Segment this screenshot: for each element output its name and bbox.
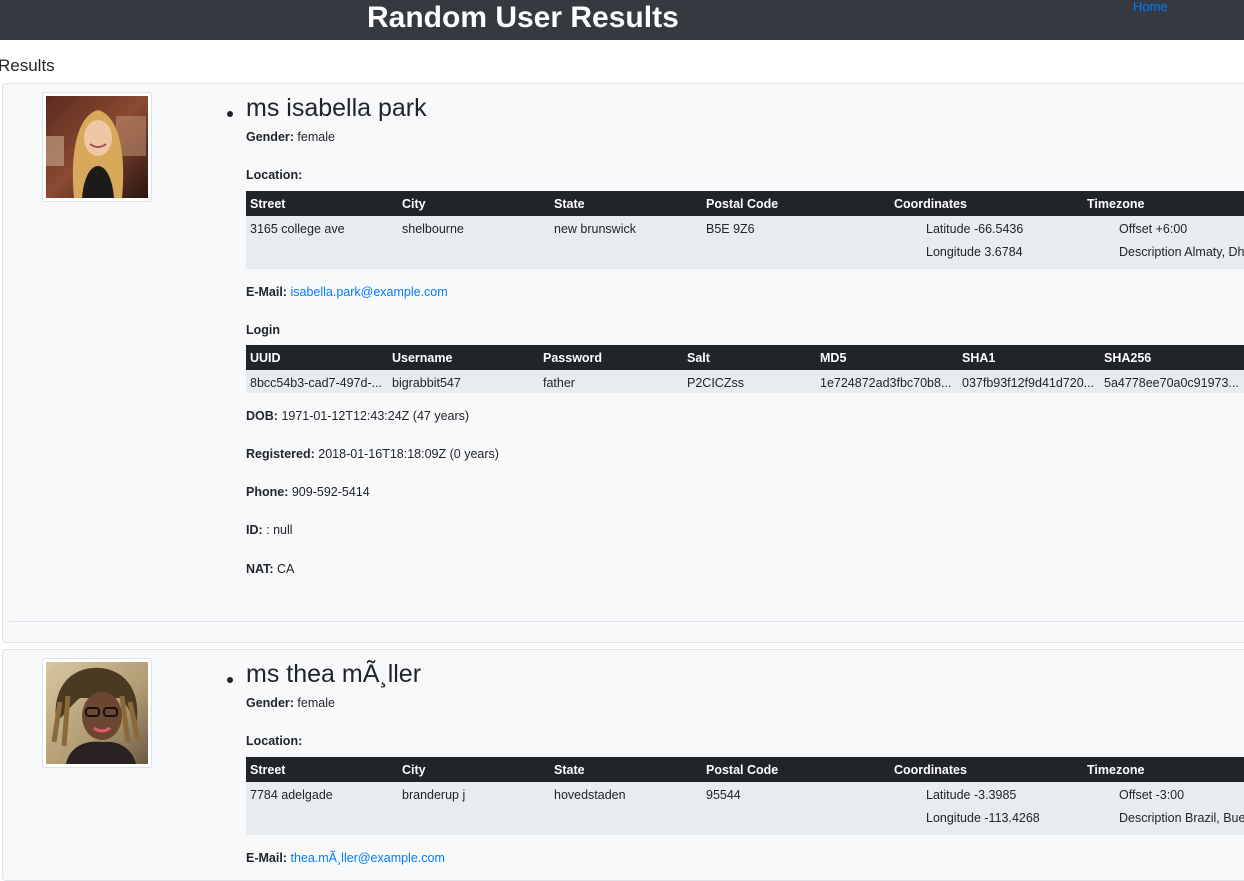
id-value: : null <box>266 523 293 537</box>
col-password: Password <box>539 345 683 370</box>
gender-row: Gender: female <box>246 695 335 711</box>
avatar <box>42 92 152 202</box>
table-row: 7784 adelgade branderup j hovedstaden 95… <box>246 782 1244 835</box>
id-label: ID: <box>246 523 263 537</box>
email-label: E-Mail: <box>246 285 287 299</box>
user-name: ms thea mÃ¸ller <box>246 660 422 688</box>
phone-row: Phone: 909-592-5414 <box>246 484 370 500</box>
sha256-cell: 5a4778ee70a0c91973... <box>1100 370 1244 393</box>
col-uuid: UUID <box>246 345 388 370</box>
location-label: Location: <box>246 168 303 182</box>
salt-cell: P2CICZss <box>683 370 816 393</box>
latitude-item: Latitude -66.5436 <box>926 221 1079 244</box>
user-card: ms isabella park Gender: female Location… <box>2 83 1244 643</box>
nat-row: NAT: CA <box>246 561 294 577</box>
col-postal-code: Postal Code <box>702 757 890 782</box>
login-label: Login <box>246 323 281 337</box>
postal-code-cell: B5E 9Z6 <box>702 216 890 269</box>
offset-item: Offset -3:00 <box>1119 787 1244 810</box>
table-row: 3165 college ave shelbourne new brunswic… <box>246 216 1244 269</box>
md5-cell: 1e724872ad3fbc70b8... <box>816 370 958 393</box>
location-table: Street City State Postal Code Coordinate… <box>246 757 1244 835</box>
dob-label: DOB: <box>246 409 278 423</box>
col-city: City <box>398 191 550 216</box>
top-navbar: Random User Results Home <box>0 0 1244 40</box>
city-cell: branderup j <box>398 782 550 835</box>
user-photo <box>46 662 148 764</box>
postal-code-cell: 95544 <box>702 782 890 835</box>
col-username: Username <box>388 345 539 370</box>
email-label: E-Mail: <box>246 851 287 865</box>
list-bullet <box>227 677 233 683</box>
email-link[interactable]: isabella.park@example.com <box>290 285 447 299</box>
description-item: Description Almaty, Dhaka <box>1119 244 1244 267</box>
phone-value: 909-592-5414 <box>291 485 370 499</box>
timezone-cell: Offset -3:00 Description Brazil, Buenos … <box>1083 782 1244 835</box>
location-label: Location: <box>246 734 303 748</box>
registered-row: Registered: 2018-01-16T18:18:09Z (0 year… <box>246 446 499 462</box>
col-timezone: Timezone <box>1083 191 1244 216</box>
user-name: ms isabella park <box>246 94 427 122</box>
user-card: ms thea mÃ¸ller Gender: female Location:… <box>2 649 1244 881</box>
username-cell: bigrabbit547 <box>388 370 539 393</box>
divider <box>9 621 1244 622</box>
description-item: Description Brazil, Buenos Aires <box>1119 810 1244 833</box>
col-state: State <box>550 191 702 216</box>
id-row: ID: : null <box>246 522 293 538</box>
list-bullet <box>227 111 233 117</box>
registered-value: 2018-01-16T18:18:09Z (0 years) <box>318 447 499 461</box>
gender-label: Gender: <box>246 696 294 710</box>
col-sha1: SHA1 <box>958 345 1100 370</box>
user-photo <box>46 96 148 198</box>
gender-row: Gender: female <box>246 129 335 145</box>
password-cell: father <box>539 370 683 393</box>
uuid-cell: 8bcc54b3-cad7-497d-... <box>246 370 388 393</box>
col-coordinates: Coordinates <box>890 757 1083 782</box>
longitude-item: Longitude -113.4268 <box>926 810 1079 833</box>
state-cell: new brunswick <box>550 216 702 269</box>
col-street: Street <box>246 191 398 216</box>
coordinates-cell: Latitude -66.5436 Longitude 3.6784 <box>890 216 1083 269</box>
gender-value: female <box>297 696 335 710</box>
registered-label: Registered: <box>246 447 315 461</box>
phone-label: Phone: <box>246 485 289 499</box>
col-street: Street <box>246 757 398 782</box>
city-cell: shelbourne <box>398 216 550 269</box>
nat-label: NAT: <box>246 562 274 576</box>
col-postal-code: Postal Code <box>702 191 890 216</box>
table-row: 8bcc54b3-cad7-497d-... bigrabbit547 fath… <box>246 370 1244 393</box>
coordinates-cell: Latitude -3.3985 Longitude -113.4268 <box>890 782 1083 835</box>
offset-item: Offset +6:00 <box>1119 221 1244 244</box>
street-cell: 7784 adelgade <box>246 782 398 835</box>
location-table: Street City State Postal Code Coordinate… <box>246 191 1244 269</box>
col-sha256: SHA256 <box>1100 345 1244 370</box>
col-coordinates: Coordinates <box>890 191 1083 216</box>
col-city: City <box>398 757 550 782</box>
timezone-cell: Offset +6:00 Description Almaty, Dhaka <box>1083 216 1244 269</box>
sha1-cell: 037fb93f12f9d41d720... <box>958 370 1100 393</box>
latitude-item: Latitude -3.3985 <box>926 787 1079 810</box>
dob-value: 1971-01-12T12:43:24Z (47 years) <box>281 409 470 423</box>
street-cell: 3165 college ave <box>246 216 398 269</box>
col-md5: MD5 <box>816 345 958 370</box>
login-table: UUID Username Password Salt MD5 SHA1 SHA… <box>246 345 1244 393</box>
gender-label: Gender: <box>246 130 294 144</box>
email-row: E-Mail: thea.mÃ¸ller@example.com <box>246 850 445 866</box>
email-row: E-Mail: isabella.park@example.com <box>246 284 448 300</box>
col-state: State <box>550 757 702 782</box>
nat-value: CA <box>277 562 295 576</box>
col-salt: Salt <box>683 345 816 370</box>
longitude-item: Longitude 3.6784 <box>926 244 1079 267</box>
results-heading: Results <box>0 56 55 75</box>
state-cell: hovedstaden <box>550 782 702 835</box>
avatar <box>42 658 152 768</box>
gender-value: female <box>297 130 335 144</box>
dob-row: DOB: 1971-01-12T12:43:24Z (47 years) <box>246 408 469 424</box>
email-link[interactable]: thea.mÃ¸ller@example.com <box>290 851 444 865</box>
home-link[interactable]: Home <box>1133 0 1168 14</box>
page-title: Random User Results <box>367 1 679 34</box>
col-timezone: Timezone <box>1083 757 1244 782</box>
